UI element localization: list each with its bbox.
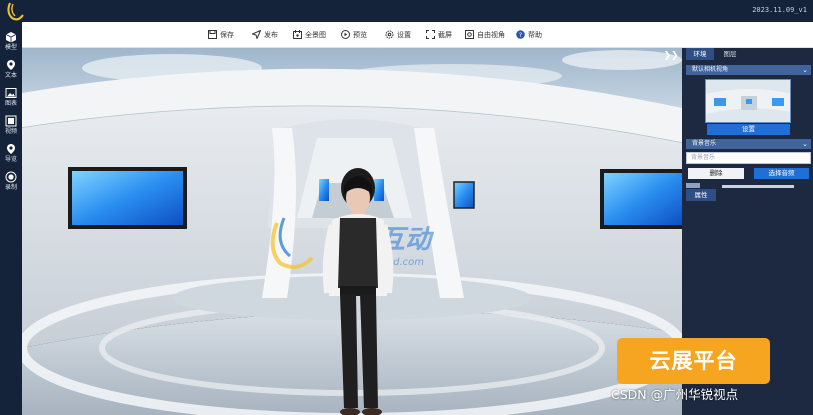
sidebar-item-label: 导览 [4, 156, 17, 163]
cube-icon [5, 32, 17, 43]
credit-watermark: CSDN @广州华锐视点 [611, 387, 739, 402]
camera-section-title: 默认相机视角 [692, 66, 729, 73]
save-icon [208, 30, 217, 39]
record-icon [5, 171, 17, 183]
panorama-icon [293, 30, 302, 39]
camera-section-header[interactable]: 默认相机视角 ⌄ [686, 65, 811, 75]
video-icon [5, 115, 17, 127]
version-label: 2023.11.09_v1 [752, 6, 807, 14]
delete-audio-button[interactable]: 删除 [688, 168, 744, 179]
save-label: 保存 [220, 31, 234, 39]
sidebar-item-label: 图表 [4, 100, 17, 107]
sidebar-item-model[interactable]: 模型 [0, 28, 22, 56]
chevron-down-icon: ⌄ [802, 66, 808, 74]
background-music-input[interactable]: 背景音乐 [686, 152, 811, 164]
free-view-icon [465, 30, 474, 39]
publish-label: 发布 [264, 31, 278, 39]
sidebar-item-label: 视频 [4, 128, 17, 135]
top-bar: 2023.11.09_v1 [0, 0, 813, 22]
camera-preview-image [706, 80, 790, 122]
screenshot-label: 截屏 [438, 31, 452, 39]
sidebar-item-video[interactable]: 视频 [0, 112, 22, 140]
chevron-down-icon: ⌄ [802, 140, 808, 148]
help-button[interactable]: ? 帮助 [516, 29, 542, 41]
panel-scroll-area [686, 183, 811, 188]
camera-thumbnail [705, 79, 791, 123]
preview-button[interactable]: 预览 [341, 29, 367, 41]
brand-logo [7, 2, 24, 21]
free-view-label: 自由视角 [477, 31, 505, 39]
scene-viewport[interactable]: 华锐互动 www.xrnew3d.com [22, 48, 682, 415]
sidebar-item-text[interactable]: 文本 [0, 56, 22, 84]
help-icon: ? [516, 30, 525, 39]
settings-button[interactable]: 设置 [385, 29, 411, 41]
sidebar-item-chart[interactable]: 图表 [0, 84, 22, 112]
app-window: 2023.11.09_v1 模型 文本 图表 视频 导览 录制 保存 发布 全景… [0, 0, 813, 415]
save-button[interactable]: 保存 [208, 29, 234, 41]
screenshot-icon [426, 30, 435, 39]
music-input-placeholder: 背景音乐 [691, 154, 716, 161]
camera-set-button[interactable]: 设置 [707, 124, 790, 135]
sidebar-item-label: 模型 [4, 44, 17, 51]
gear-icon [385, 30, 394, 39]
main-toolbar: 保存 发布 全景图 预览 设置 截屏 自由视角 ? 帮助 [22, 22, 813, 48]
sidebar-item-label: 录制 [4, 184, 17, 191]
guide-location-icon [7, 144, 15, 154]
svg-text:?: ? [519, 31, 522, 39]
panorama-label: 全景图 [305, 31, 326, 39]
text-location-icon [7, 60, 15, 70]
left-toolbar: 模型 文本 图表 视频 导览 录制 [0, 22, 22, 415]
settings-label: 设置 [397, 31, 411, 39]
publish-button[interactable]: 发布 [251, 29, 278, 41]
sidebar-item-guide[interactable]: 导览 [0, 140, 22, 168]
collapse-panel-icon[interactable]: ❯❯ [663, 50, 679, 62]
preview-label: 预览 [353, 31, 367, 39]
sidebar-item-label: 文本 [4, 72, 17, 79]
free-view-button[interactable]: 自由视角 [465, 29, 505, 41]
panorama-button[interactable]: 全景图 [293, 29, 326, 41]
image-icon [5, 88, 17, 98]
preview-icon [341, 30, 350, 39]
tab-layers[interactable]: 图层 [716, 48, 744, 60]
sidebar-item-record[interactable]: 录制 [0, 168, 22, 196]
screenshot-button[interactable]: 截屏 [426, 29, 452, 41]
platform-badge: 云展平台 [617, 338, 770, 384]
tab-environment[interactable]: 环境 [686, 48, 714, 60]
tab-properties[interactable]: 属性 [686, 189, 716, 201]
select-audio-button[interactable]: 选择音频 [754, 168, 809, 179]
music-section-title: 背景音乐 [692, 140, 717, 147]
help-label: 帮助 [528, 31, 542, 39]
music-section-header[interactable]: 背景音乐 ⌄ [686, 139, 811, 149]
exhibition-hall-render: 华锐互动 www.xrnew3d.com [22, 48, 682, 415]
send-icon [251, 29, 262, 40]
